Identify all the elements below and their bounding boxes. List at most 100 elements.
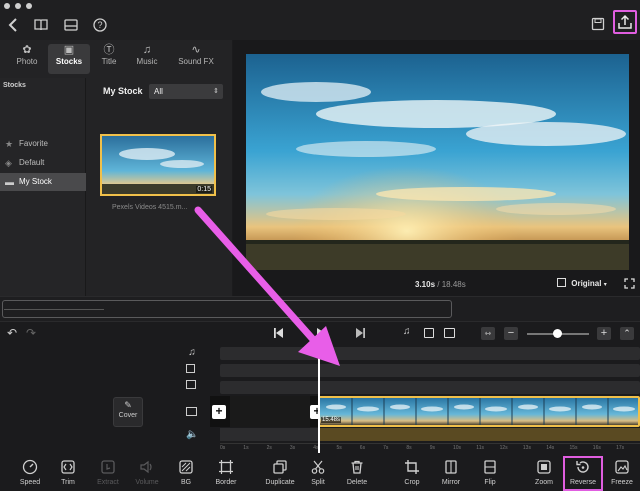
collapse-icon[interactable]: ⌃ — [620, 327, 634, 340]
top-bar: ? — [0, 0, 640, 40]
add-overlay-icon[interactable] — [444, 328, 455, 338]
stock-clip-thumbnail[interactable]: 0:15 — [100, 134, 216, 196]
overlay-track-icon — [186, 380, 196, 389]
zoom-in-icon[interactable]: + — [597, 327, 611, 340]
tab-sound-fx[interactable]: ∿ Sound FX — [173, 44, 219, 74]
delete-icon — [337, 459, 377, 476]
export-icon — [617, 14, 633, 30]
tab-title[interactable]: Ⓣ Title — [88, 44, 130, 74]
ruler-tick-label: 2s — [266, 445, 272, 451]
volume-button[interactable]: Volume — [127, 459, 167, 491]
tool-label: Border — [215, 479, 237, 486]
sidebar-item-default[interactable]: ◈ Default — [0, 154, 86, 172]
stock-area-title: My Stock — [103, 86, 143, 96]
freeze-button[interactable]: Freeze — [602, 459, 640, 491]
zoom-out-icon[interactable]: − — [504, 327, 518, 340]
overlay-track[interactable] — [220, 381, 640, 394]
trim-button[interactable]: Trim — [48, 459, 88, 491]
ruler-tick-label: 6s — [359, 445, 366, 451]
zoom-window-button[interactable] — [26, 3, 32, 9]
sidebar-item-label: My Stock — [19, 177, 52, 186]
audio-track[interactable] — [220, 428, 640, 441]
tool-label: Extract — [97, 479, 119, 486]
tool-label: Volume — [135, 479, 159, 486]
fullscreen-icon[interactable] — [624, 278, 635, 289]
duplicate-button[interactable]: Duplicate — [260, 459, 300, 491]
ratio-dropdown[interactable]: Original ▾ — [557, 278, 607, 288]
stocks-heading: Stocks — [3, 82, 26, 89]
delete-button[interactable]: Delete — [337, 459, 377, 491]
stocks-icon: ▣ — [63, 44, 75, 56]
photo-icon: ✿ — [22, 44, 32, 56]
add-music-icon[interactable]: ♫ — [403, 326, 411, 337]
speed-button[interactable]: Speed — [10, 459, 50, 491]
tool-label: Zoom — [535, 479, 553, 486]
add-text-icon[interactable] — [424, 328, 434, 338]
tab-photo[interactable]: ✿ Photo — [6, 44, 48, 74]
export-button[interactable] — [613, 10, 637, 34]
pen-icon: ✎ — [124, 400, 132, 410]
mirror-button[interactable]: Mirror — [431, 459, 471, 491]
tab-music[interactable]: ♫ Music — [126, 44, 168, 74]
filter-select-value: All — [154, 87, 163, 96]
time-current: 3.10s — [415, 280, 436, 289]
skip-forward-icon[interactable] — [356, 328, 365, 338]
sidebar-item-label: Favorite — [19, 139, 48, 148]
ruler-tick-label: 9s — [429, 445, 435, 451]
crop-button[interactable]: Crop — [392, 459, 432, 491]
chevron-updown-icon: ⇕ — [213, 88, 219, 95]
music-icon: ♫ — [142, 44, 152, 56]
preview-time: 3.10s / 18.48s — [415, 280, 466, 289]
freeze-icon — [602, 459, 640, 476]
ruler-tick-label: 3s — [289, 445, 296, 451]
cover-button[interactable]: ✎ Cover — [113, 397, 143, 427]
save-icon[interactable] — [589, 15, 607, 33]
minimize-window-button[interactable] — [15, 3, 21, 9]
ruler-tick-label: 7s — [383, 445, 389, 451]
clip-name: Pexels Videos 4515.m... — [112, 204, 188, 211]
tab-label: Music — [136, 57, 158, 66]
back-icon[interactable] — [4, 16, 22, 34]
bg-button[interactable]: BG — [166, 459, 206, 491]
tool-label: Crop — [404, 479, 420, 486]
time-total: 18.48s — [441, 280, 466, 289]
tool-label: Split — [311, 479, 325, 486]
crop-icon — [392, 459, 432, 476]
tool-label: Freeze — [611, 479, 633, 486]
bg-icon — [166, 459, 206, 476]
help-icon[interactable]: ? — [91, 16, 109, 34]
ruler-tick-label: 5s — [336, 445, 342, 451]
extract-button[interactable]: Extract — [88, 459, 128, 491]
border-button[interactable]: Border — [206, 459, 246, 491]
ruler-tick-label: 14s — [546, 445, 555, 451]
tab-stocks[interactable]: ▣ Stocks — [48, 44, 90, 74]
zoom-slider-thumb[interactable] — [553, 329, 562, 338]
close-window-button[interactable] — [4, 3, 10, 9]
sidebar-item-my-stock[interactable]: ▬ My Stock — [0, 173, 86, 191]
tab-label: Photo — [16, 57, 38, 66]
book-icon[interactable] — [32, 16, 50, 34]
zoom-button[interactable]: Zoom — [524, 459, 564, 491]
star-icon: ★ — [5, 139, 14, 149]
split-icon — [298, 459, 338, 476]
flip-button[interactable]: Flip — [470, 459, 510, 491]
ruler-tick-label: 10s — [453, 445, 462, 451]
tool-label: Duplicate — [265, 479, 295, 486]
reverse-button[interactable]: Reverse — [563, 456, 603, 491]
audio-track-icon: 🔈 — [186, 429, 199, 440]
redo-icon[interactable]: ↷ — [26, 326, 36, 340]
add-clip-before-icon[interactable]: + — [212, 405, 226, 419]
audio-waveform[interactable] — [318, 428, 640, 441]
filter-select[interactable]: All ⇕ — [149, 84, 223, 99]
time-ruler[interactable]: 0s 1s 2s 3s 4s 5s 6s 7s 8s 9s 10s 11s 12s 13s 14s 15s 16… — [220, 443, 640, 453]
split-button[interactable]: Split — [298, 459, 338, 491]
undo-icon[interactable]: ↶ — [7, 326, 17, 340]
blank-segment[interactable] — [230, 396, 310, 427]
sidebar-item-favorite[interactable]: ★ Favorite — [0, 135, 86, 153]
video-clip[interactable]: 15.48s — [318, 396, 640, 427]
tab-label: Title — [101, 57, 117, 66]
media-icon[interactable] — [62, 16, 80, 34]
fit-timeline-icon[interactable]: ⇿ — [481, 327, 495, 340]
video-track[interactable]: + + 15.48s — [210, 396, 640, 427]
svg-text:?: ? — [97, 20, 102, 30]
